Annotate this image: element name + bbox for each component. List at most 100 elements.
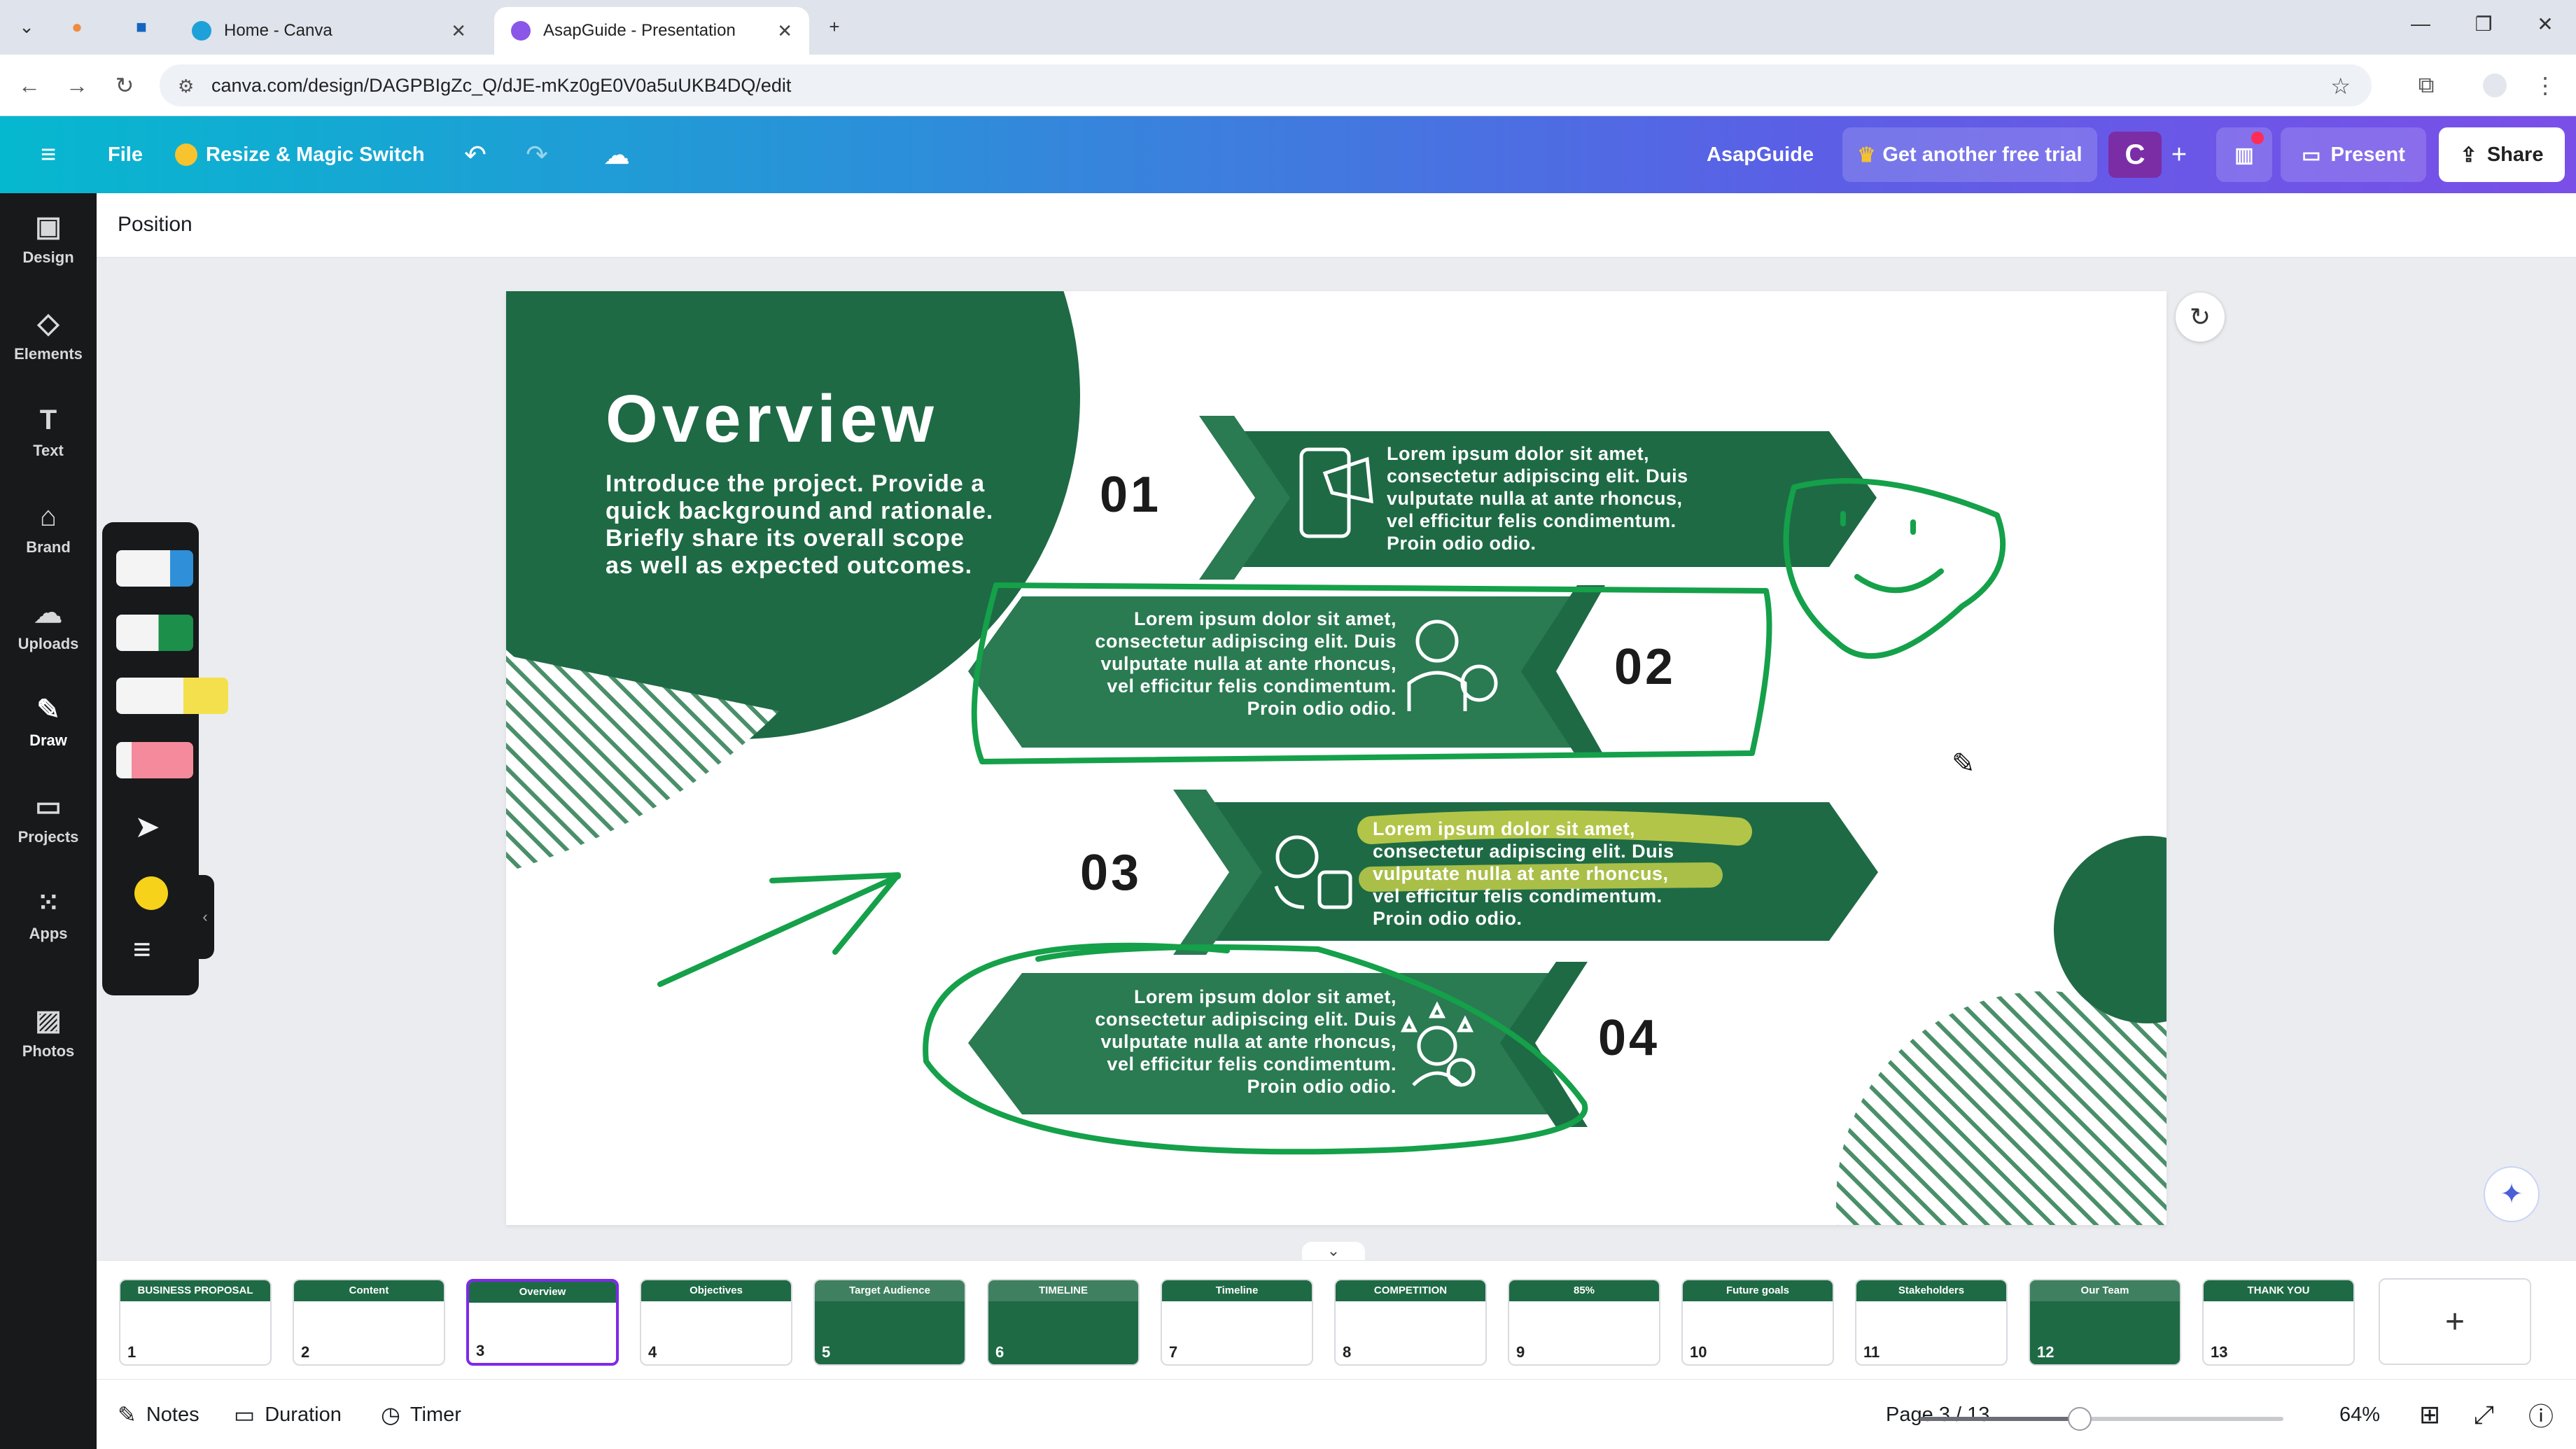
add-page-plus-icon[interactable]: + [2379, 1278, 2531, 1365]
pinned-tab-2[interactable]: ■ [125, 10, 158, 43]
page-thumbnail[interactable]: TIMELINE 6 [987, 1279, 1140, 1366]
profile-icon[interactable] [2477, 67, 2513, 104]
tab-title: Home - Canva [224, 21, 332, 40]
restore-icon[interactable]: ❐ [2463, 13, 2505, 36]
undo-icon[interactable]: ↶ [458, 137, 493, 172]
slide-canvas[interactable]: Overview Introduce the project. Provide … [506, 291, 2166, 1225]
color-swatch[interactable] [134, 876, 168, 910]
sidebar-item-draw[interactable]: ✎ Draw [0, 680, 97, 763]
sidebar-item-photos[interactable]: ▨ Photos [0, 991, 97, 1074]
item-text-01[interactable]: Lorem ipsum dolor sit amet, consectetur … [1387, 442, 1709, 554]
sidebar-item-brand[interactable]: ⌂ Brand [0, 487, 97, 570]
sidebar-item-label: Design [22, 248, 74, 266]
sidebar-item-uploads[interactable]: ☁ Uploads [0, 584, 97, 666]
tab-asapguide-presentation[interactable]: AsapGuide - Presentation ✕ [494, 7, 809, 55]
item-number-01[interactable]: 01 [1100, 466, 1161, 524]
fullscreen-icon[interactable]: ⤢ [2474, 1380, 2494, 1449]
cloud-save-icon[interactable]: ☁ [599, 137, 634, 172]
page-thumbnail[interactable]: Objectives 4 [640, 1279, 792, 1366]
forward-arrow-icon[interactable]: → [59, 67, 95, 104]
item-number-04[interactable]: 04 [1598, 1009, 1660, 1067]
duration-button[interactable]: ▭ Duration [234, 1380, 342, 1449]
site-info-icon[interactable]: ⚙ [178, 76, 194, 97]
page-thumbnail[interactable]: Our Team 12 [2029, 1279, 2181, 1366]
free-trial-button[interactable]: ♛ Get another free trial [1842, 127, 2097, 182]
tab-home-canva[interactable]: Home - Canva ✕ [175, 7, 483, 55]
page-thumbnail[interactable]: Target Audience 5 [813, 1279, 966, 1366]
highlighter-tool[interactable] [116, 678, 228, 714]
bookmark-star-icon[interactable]: ☆ [2330, 73, 2351, 99]
page-indicator[interactable]: Page 3 / 13 [1886, 1380, 1989, 1449]
magic-sparkle-icon[interactable]: ✦ [2484, 1166, 2540, 1222]
page-thumbnail[interactable]: BUSINESS PROPOSAL 1 [119, 1279, 272, 1366]
add-collaborator-plus-icon[interactable]: + [2162, 137, 2197, 172]
avatar[interactable]: C [2108, 132, 2162, 178]
share-upload-icon: ⇪ [2460, 144, 2477, 167]
item-text-02[interactable]: Lorem ipsum dolor sit amet, consectetur … [1074, 608, 1396, 720]
zoom-slider-knob[interactable] [2067, 1407, 2092, 1431]
thumbnail-number: 2 [301, 1343, 310, 1361]
thumbnail-number: 1 [127, 1343, 136, 1361]
pinned-tab-1[interactable]: ● [60, 10, 94, 43]
minimize-icon[interactable]: — [2400, 13, 2442, 35]
present-label: Present [2330, 143, 2405, 166]
item-number-02[interactable]: 02 [1614, 638, 1676, 696]
close-icon[interactable]: ✕ [777, 20, 792, 42]
sidebar-item-design[interactable]: ▣ Design [0, 197, 97, 280]
sidebar-item-apps[interactable]: ⁙ Apps [0, 874, 97, 956]
sidebar-item-text[interactable]: T Text [0, 391, 97, 473]
position-button[interactable]: Position [118, 213, 192, 237]
notes-button[interactable]: ✎ Notes [118, 1380, 200, 1449]
page-thumbnail[interactable]: Stakeholders 11 [1855, 1279, 2008, 1366]
resize-magic-switch-button[interactable]: Resize & Magic Switch [175, 116, 425, 193]
page-thumbnail[interactable]: Future goals 10 [1681, 1279, 1834, 1366]
url-input[interactable]: ⚙ canva.com/design/DAGPBIgZc_Q/dJE-mKz0g… [160, 64, 2372, 106]
thumbnail-number: 4 [648, 1343, 657, 1361]
extensions-icon[interactable]: ⧉ [2408, 67, 2444, 104]
item-text-03[interactable]: Lorem ipsum dolor sit amet, consectetur … [1373, 818, 1695, 930]
pen-tool[interactable] [116, 550, 193, 587]
page-thumbnail[interactable]: Timeline 7 [1161, 1279, 1313, 1366]
project-name[interactable]: AsapGuide [1707, 116, 1814, 193]
eraser-tool[interactable] [116, 742, 193, 778]
zoom-slider[interactable] [1919, 1407, 2283, 1431]
thumbnail-label: Content [349, 1284, 389, 1296]
context-toolbar: Position [97, 193, 2576, 258]
hamburger-icon[interactable]: ≡ [31, 137, 66, 172]
analytics-button[interactable]: ▥ [2216, 127, 2272, 182]
close-window-icon[interactable]: ✕ [2524, 13, 2566, 36]
back-arrow-icon[interactable]: ← [11, 67, 48, 104]
redo-icon[interactable]: ↷ [519, 137, 554, 172]
present-button[interactable]: ▭ Present [2281, 127, 2426, 182]
help-icon[interactable]: ⓘ [2528, 1380, 2554, 1449]
browser-menu-icon[interactable]: ⋮ [2527, 67, 2563, 104]
refresh-slide-icon[interactable]: ↻ [2176, 293, 2225, 342]
collapse-panel-chevron-icon[interactable]: ‹ [196, 875, 214, 959]
sidebar-item-projects[interactable]: ▭ Projects [0, 777, 97, 860]
page-thumbnail[interactable]: Overview 3 [466, 1279, 619, 1366]
tab-search-chevron-icon[interactable]: ⌄ [10, 10, 43, 43]
grid-view-icon[interactable]: ⊞ [2419, 1380, 2440, 1449]
slide-title[interactable]: Overview [606, 381, 938, 458]
slide-intro-text[interactable]: Introduce the project. Provide a quick b… [606, 470, 997, 580]
reload-icon[interactable]: ↻ [106, 67, 143, 104]
sidebar-item-elements[interactable]: ◇ Elements [0, 294, 97, 377]
page-thumbnail[interactable]: COMPETITION 8 [1334, 1279, 1487, 1366]
item-text-04[interactable]: Lorem ipsum dolor sit amet, consectetur … [1074, 986, 1396, 1098]
page-thumbnail[interactable]: 85% 9 [1508, 1279, 1660, 1366]
timer-button[interactable]: ◷ Timer [381, 1380, 461, 1449]
plus-icon[interactable]: + [818, 10, 851, 43]
url-text: canva.com/design/DAGPBIgZc_Q/dJE-mKz0gE0… [211, 74, 792, 96]
zoom-level[interactable]: 64% [2339, 1380, 2380, 1449]
select-arrow-icon[interactable]: ➤ [134, 809, 160, 845]
stroke-weight-icon[interactable]: ≡ [133, 932, 151, 967]
marker-tool[interactable] [116, 615, 193, 651]
share-button[interactable]: ⇪ Share [2439, 127, 2565, 182]
page-thumbnail[interactable]: Content 2 [293, 1279, 445, 1366]
thumbnail-number: 3 [476, 1342, 485, 1359]
item-number-03[interactable]: 03 [1080, 844, 1142, 902]
page-thumbnail[interactable]: THANK YOU 13 [2202, 1279, 2355, 1366]
close-icon[interactable]: ✕ [451, 20, 466, 42]
file-menu[interactable]: File [108, 116, 143, 193]
thumbnail-number: 12 [2037, 1343, 2054, 1361]
